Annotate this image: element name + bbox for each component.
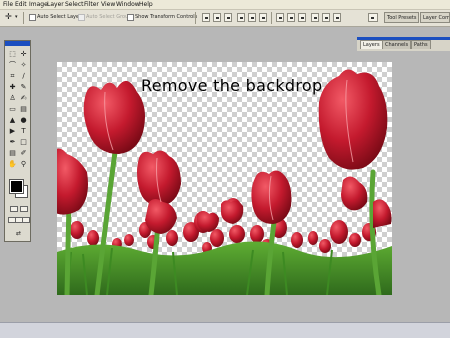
align-bottom-icon[interactable] [224, 13, 232, 22]
marquee-tool-icon[interactable]: ⬚ [8, 50, 17, 59]
eyedropper-tool-icon[interactable]: ✐ [19, 149, 28, 158]
tab-tool-presets[interactable]: Tool Presets [384, 12, 419, 23]
notes-tool-icon[interactable]: ▤ [8, 149, 17, 158]
menu-window[interactable]: Window [116, 0, 140, 9]
menu-help[interactable]: Help [139, 0, 153, 9]
tulip-photo [57, 69, 392, 295]
chevron-down-icon[interactable]: ▾ [15, 14, 18, 20]
edit-in-imageready-icon[interactable]: ⇄ [10, 229, 27, 238]
menu-image[interactable]: Image [29, 0, 48, 9]
dodge-tool-icon[interactable]: ● [19, 116, 28, 125]
eraser-tool-icon[interactable]: ▭ [8, 105, 17, 114]
hand-tool-icon[interactable]: ✋ [8, 160, 17, 169]
healing-brush-tool-icon[interactable]: ✚ [8, 83, 17, 92]
options-bar: ✛ ▾ Auto Select Layer Auto Select Groups… [0, 10, 450, 27]
distribute-bottom-icon[interactable] [298, 13, 306, 22]
pen-tool-icon[interactable]: ✒ [8, 138, 17, 147]
gradient-tool-icon[interactable]: ▤ [19, 105, 28, 114]
distribute-left-icon[interactable] [311, 13, 319, 22]
quick-mask-icon[interactable] [20, 206, 28, 212]
menu-file[interactable]: File [3, 0, 13, 9]
distribute-right-icon[interactable] [333, 13, 341, 22]
show-transform-controls-checkbox[interactable] [127, 14, 134, 21]
layers-panel: Layers Channels Paths [357, 37, 450, 51]
menu-layer[interactable]: Layer [47, 0, 64, 9]
menu-select[interactable]: Select [65, 0, 84, 9]
crop-tool-icon[interactable]: ⌗ [8, 72, 17, 81]
tab-channels[interactable]: Channels [382, 40, 412, 49]
magic-wand-tool-icon[interactable]: ✧ [19, 61, 28, 70]
align-top-icon[interactable] [202, 13, 210, 22]
blur-tool-icon[interactable]: ▲ [8, 116, 17, 125]
brush-tool-icon[interactable]: ✎ [19, 83, 28, 92]
type-tool-icon[interactable]: T [19, 127, 28, 136]
canvas-caption-text: Remove the backdrop [141, 76, 323, 95]
standard-mode-icon[interactable] [10, 206, 18, 212]
menu-bar: File Edit Image Layer Select Filter View… [0, 0, 450, 10]
menu-view[interactable]: View [101, 0, 115, 9]
separator [195, 12, 196, 24]
show-transform-controls-label: Show Transform Controls [135, 14, 198, 20]
clone-stamp-tool-icon[interactable]: ♙ [8, 94, 17, 103]
menu-edit[interactable]: Edit [15, 0, 27, 9]
move-tool-icon[interactable]: ✛ [5, 12, 12, 21]
menu-filter[interactable]: Filter [84, 0, 99, 9]
distribute-top-icon[interactable] [276, 13, 284, 22]
tab-layer-comps[interactable]: Layer Comp [420, 12, 450, 23]
separator [271, 12, 272, 24]
shape-tool-icon[interactable]: □ [19, 138, 28, 147]
slice-tool-icon[interactable]: ∕ [19, 72, 28, 81]
align-right-icon[interactable] [259, 13, 267, 22]
separator [23, 12, 24, 24]
auto-select-layer-label: Auto Select Layer [37, 14, 82, 20]
palette-well-icon[interactable] [368, 13, 378, 22]
distribute-middle-icon[interactable] [287, 13, 295, 22]
status-bar [0, 322, 450, 338]
document-canvas[interactable]: Remove the backdrop [57, 62, 392, 295]
align-center-icon[interactable] [248, 13, 256, 22]
path-selection-tool-icon[interactable]: ▶ [8, 127, 17, 136]
move-tool-icon[interactable]: ✛ [19, 50, 28, 59]
toolbox: ⬚ ✛ ⌒ ✧ ⌗ ∕ ✚ ✎ ♙ ✍ ▭ ▤ ▲ ● ▶ T ✒ □ ▤ ✐ … [4, 40, 31, 242]
history-brush-tool-icon[interactable]: ✍ [19, 94, 28, 103]
toolbox-title-bar[interactable] [5, 41, 30, 46]
screen-mode-full-icon[interactable] [22, 217, 30, 223]
align-left-icon[interactable] [237, 13, 245, 22]
lasso-tool-icon[interactable]: ⌒ [8, 61, 17, 70]
tab-layers[interactable]: Layers [360, 40, 383, 49]
align-middle-icon[interactable] [213, 13, 221, 22]
foreground-color-swatch[interactable] [9, 179, 24, 194]
tab-paths[interactable]: Paths [411, 40, 431, 49]
zoom-tool-icon[interactable]: ⚲ [19, 160, 28, 169]
auto-select-layer-checkbox[interactable] [29, 14, 36, 21]
auto-select-groups-checkbox[interactable] [78, 14, 85, 21]
distribute-center-icon[interactable] [322, 13, 330, 22]
